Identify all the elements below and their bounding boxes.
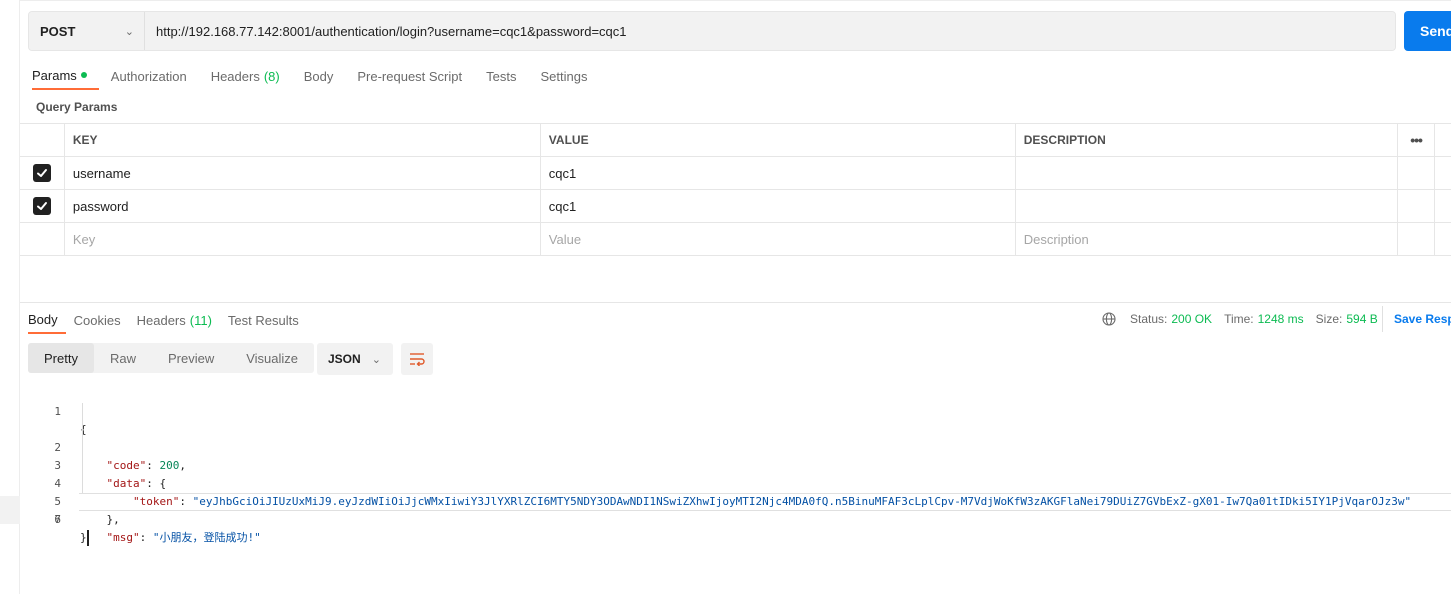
method-label: POST [40, 23, 76, 39]
request-workspace: POST ⌄ Send Params Authorization Headers… [20, 0, 1451, 594]
code-line: 3 "data": { [20, 421, 1451, 490]
new-value-input[interactable]: Value [541, 223, 1016, 255]
new-description-input[interactable]: Description [1016, 223, 1399, 255]
format-pretty[interactable]: Pretty [28, 343, 94, 373]
param-value-cell[interactable]: cqc1 [541, 157, 1016, 189]
tab-strip-edge [20, 0, 1451, 4]
request-tabs: Params Authorization Headers (8) Body Pre… [32, 62, 599, 92]
tab-settings[interactable]: Settings [528, 62, 599, 90]
response-body-editor[interactable]: 1 { 2 "code": 200, 3 "data": { 4 "token"… [20, 385, 1451, 546]
tab-body[interactable]: Body [292, 62, 346, 90]
chevron-down-icon: ⌄ [124, 25, 134, 38]
method-select[interactable]: POST ⌄ [29, 12, 145, 50]
active-dot-icon [80, 72, 87, 78]
code-line: 2 "code": 200, [20, 403, 1451, 472]
wrap-lines-icon [410, 353, 425, 366]
table-row: password cqc1 [20, 190, 1451, 223]
param-description-cell[interactable] [1016, 157, 1399, 189]
left-sidebar-edge [0, 0, 20, 594]
url-bar: POST ⌄ [28, 11, 1396, 51]
text-cursor [86, 530, 89, 546]
format-raw[interactable]: Raw [94, 343, 152, 373]
response-status-bar: Status: 200 OK Time: 1248 ms Size: 594 B [1102, 310, 1390, 328]
language-label: JSON [328, 352, 361, 366]
code-line: 4 "token": "eyJhbGciOiJIUzUxMiJ9.eyJzdWI… [20, 439, 1451, 508]
tab-params[interactable]: Params [32, 62, 99, 90]
code-line: 7 } [54, 513, 89, 546]
send-button[interactable]: Send [1404, 11, 1451, 51]
query-params-label: Query Params [36, 100, 118, 114]
header-description: DESCRIPTION [1016, 124, 1399, 156]
new-param-row: Key Value Description [20, 223, 1451, 256]
tab-headers[interactable]: Headers (8) [199, 62, 292, 90]
param-key-cell[interactable]: username [65, 157, 541, 189]
globe-icon[interactable] [1102, 312, 1116, 326]
time-label: Time: [1224, 312, 1254, 326]
size-label: Size: [1315, 312, 1343, 326]
table-header-row: KEY VALUE DESCRIPTION ••• [20, 124, 1451, 157]
query-params-table: KEY VALUE DESCRIPTION ••• username cqc1 [20, 123, 1451, 256]
code-line: 6 "msg": "小朋友，登陆成功!" [20, 475, 1451, 544]
status-label: Status: [1130, 312, 1168, 326]
response-divider[interactable] [20, 302, 1451, 303]
more-options-icon[interactable]: ••• [1398, 124, 1435, 156]
checkmark-icon [36, 202, 47, 210]
tab-response-headers[interactable]: Headers (11) [129, 306, 220, 334]
wrap-lines-button[interactable] [401, 343, 433, 375]
code-line: 5 }, [20, 457, 1451, 526]
chevron-down-icon: ⌄ [371, 353, 381, 366]
format-preview[interactable]: Preview [152, 343, 230, 373]
param-checkbox-password[interactable] [32, 197, 51, 215]
url-input[interactable] [145, 12, 1395, 50]
checkmark-icon [36, 169, 47, 177]
tab-pre-request-script[interactable]: Pre-request Script [345, 62, 474, 90]
table-row: username cqc1 [20, 157, 1451, 190]
header-key: KEY [65, 124, 541, 156]
param-value-cell[interactable]: cqc1 [541, 190, 1016, 222]
format-visualize[interactable]: Visualize [230, 343, 314, 373]
param-key-cell[interactable]: password [65, 190, 541, 222]
tab-response-cookies[interactable]: Cookies [66, 306, 129, 334]
new-key-input[interactable]: Key [65, 223, 541, 255]
tab-tests[interactable]: Tests [474, 62, 528, 90]
header-check-cell [20, 124, 65, 156]
status-value[interactable]: 200 OK [1171, 312, 1212, 326]
save-response-button[interactable]: Save Response [1382, 306, 1451, 332]
param-checkbox-username[interactable] [32, 164, 51, 182]
tab-response-body[interactable]: Body [28, 306, 66, 334]
header-value: VALUE [541, 124, 1016, 156]
language-select[interactable]: JSON ⌄ [317, 343, 393, 375]
tab-authorization[interactable]: Authorization [99, 62, 199, 90]
sidebar-selection-marker [0, 496, 20, 524]
time-value[interactable]: 1248 ms [1258, 312, 1304, 326]
code-line: 1 { [54, 405, 87, 436]
param-description-cell[interactable] [1016, 190, 1399, 222]
size-value[interactable]: 594 B [1346, 312, 1377, 326]
body-format-toggle: Pretty Raw Preview Visualize [28, 343, 315, 373]
tab-test-results[interactable]: Test Results [220, 306, 307, 334]
response-tabs: Body Cookies Headers (11) Test Results [28, 306, 307, 336]
